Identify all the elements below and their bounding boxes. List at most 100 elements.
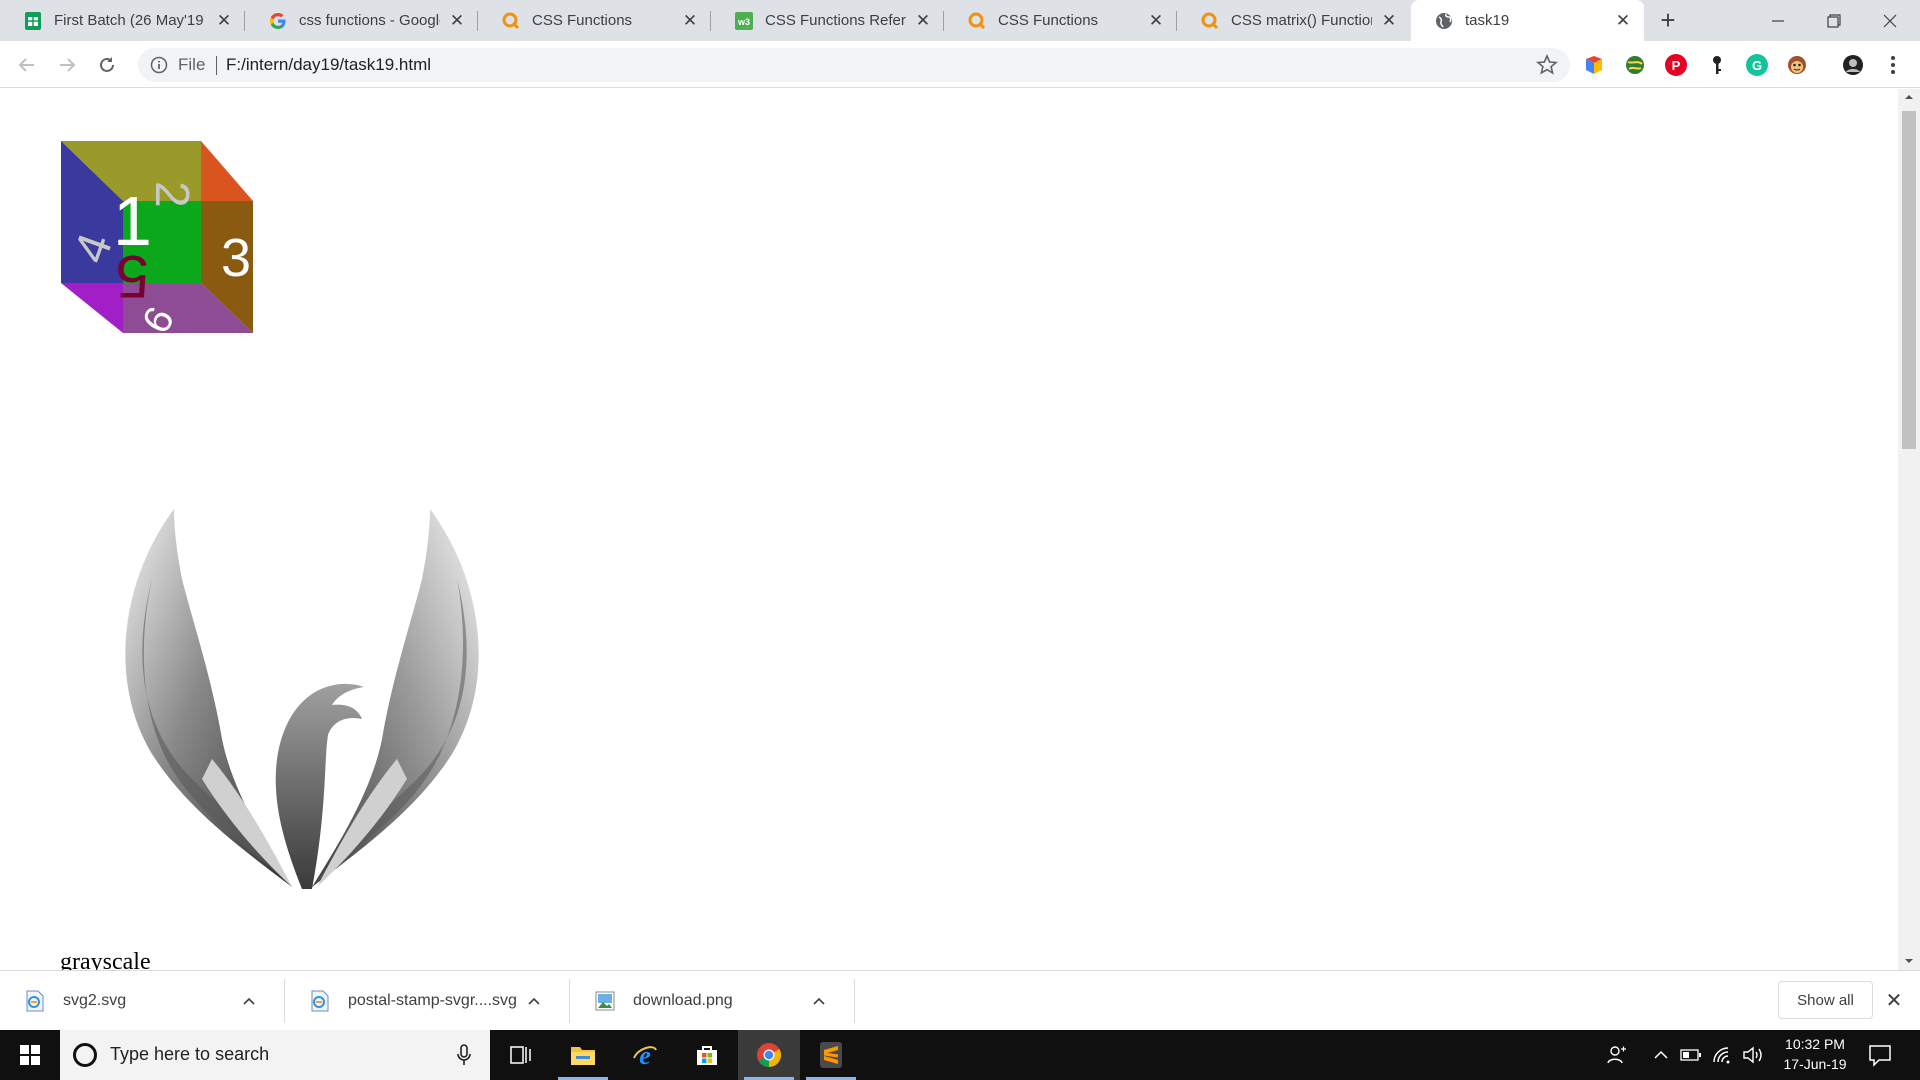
windows-taskbar: Type here to search e 10:32 PM 17-Jun-19 (0, 1030, 1920, 1080)
url-text[interactable]: F:/intern/day19/task19.html (226, 55, 431, 75)
bookmark-star-icon[interactable] (1536, 54, 1558, 76)
tab-close-icon[interactable]: ✕ (914, 11, 932, 30)
google-g-icon (269, 12, 287, 30)
chevron-up-icon (243, 997, 255, 1005)
scrollbar-thumb[interactable] (1902, 111, 1916, 449)
people-icon[interactable] (1606, 1044, 1628, 1066)
pinterest-icon[interactable]: P (1665, 54, 1687, 76)
tab-css-functions-2[interactable]: CSS Functions ✕ (944, 0, 1177, 41)
tab-css-functions-1[interactable]: CSS Functions ✕ (478, 0, 711, 41)
restore-button[interactable] (1806, 0, 1862, 41)
internet-explorer-button[interactable]: e (614, 1030, 676, 1080)
monkey-icon[interactable] (1786, 54, 1808, 76)
microsoft-store-button[interactable] (676, 1030, 738, 1080)
action-center-icon[interactable] (1867, 1042, 1893, 1068)
page-viewport: 2 1 4 3 5 6 grayscale (0, 89, 1898, 970)
downloads-shelf: svg2.svg postal-stamp-svgr....svg downlo… (0, 970, 1920, 1030)
tab-close-icon[interactable]: ✕ (681, 11, 699, 30)
file-explorer-button[interactable] (552, 1030, 614, 1080)
globe-extension-icon[interactable] (1624, 54, 1646, 76)
restore-icon (1827, 13, 1841, 28)
tab-close-icon[interactable]: ✕ (448, 11, 466, 30)
grammarly-icon[interactable]: G (1746, 54, 1768, 76)
image-file-icon (595, 991, 615, 1011)
forward-button[interactable] (51, 49, 83, 81)
download-item-postal-stamp[interactable]: postal-stamp-svgr....svg (285, 971, 570, 1031)
tab-title: task19 (1465, 12, 1510, 29)
clock-time: 10:32 PM (1785, 1036, 1845, 1052)
scheme-label: File (178, 55, 206, 74)
tab-title: css functions - Google S (299, 12, 440, 29)
scroll-down-arrow-icon (1905, 959, 1913, 963)
volume-icon[interactable] (1742, 1044, 1764, 1066)
svg-file-icon (26, 990, 44, 1012)
info-icon (150, 56, 168, 74)
reload-icon (100, 57, 114, 72)
tab-task19[interactable]: task19 ✕ (1411, 0, 1644, 41)
task-view-button[interactable] (490, 1030, 552, 1080)
tab-css-functions-reference[interactable]: w3 CSS Functions Referenc ✕ (711, 0, 944, 41)
tab-close-icon[interactable]: ✕ (215, 11, 233, 30)
tab-title: First Batch (26 May'19 ( (54, 12, 207, 29)
sublime-text-button[interactable] (800, 1030, 862, 1080)
omnibox-separator (216, 56, 217, 75)
wifi-icon[interactable] (1712, 1044, 1734, 1066)
page-scrollbar[interactable] (1898, 89, 1920, 970)
store-bag-icon (697, 1046, 717, 1065)
start-button[interactable] (0, 1030, 60, 1080)
battery-icon[interactable] (1680, 1044, 1702, 1066)
sublime-text-icon (820, 1042, 842, 1068)
tab-close-icon[interactable]: ✕ (1147, 11, 1165, 30)
address-bar[interactable]: File F:/intern/day19/task19.html (138, 48, 1570, 82)
search-q-icon (502, 12, 520, 30)
tab-strip: First Batch (26 May'19 ( ✕ css functions… (0, 0, 1920, 41)
taskbar-search-box[interactable]: Type here to search (60, 1030, 490, 1080)
show-all-button[interactable]: Show all (1778, 981, 1873, 1019)
w3-icon: w3 (735, 11, 753, 30)
svg-file-icon (311, 990, 329, 1012)
tab-title: CSS Functions (532, 12, 633, 29)
chevron-up-icon (813, 997, 825, 1005)
tab-css-functions-google[interactable]: css functions - Google S ✕ (245, 0, 478, 41)
search-q-icon (1201, 12, 1219, 30)
download-filename: postal-stamp-svgr....svg (348, 992, 517, 1009)
tab-close-icon[interactable]: ✕ (1380, 11, 1398, 30)
minimize-button[interactable] (1750, 0, 1806, 41)
profile-avatar-icon[interactable] (1842, 54, 1864, 76)
chevron-up-tray-icon[interactable] (1650, 1044, 1672, 1066)
colorful-s-extension-icon[interactable] (1583, 54, 1605, 76)
cube-face-top-label: 2 (145, 181, 198, 208)
clock-date: 17-Jun-19 (1783, 1056, 1847, 1072)
taskbar-clock[interactable]: 10:32 PM 17-Jun-19 (1770, 1034, 1860, 1074)
windows-logo-icon (20, 1045, 40, 1065)
menu-dots-icon[interactable] (1882, 54, 1904, 76)
google-sheets-icon (24, 11, 42, 30)
tab-title: CSS Functions (998, 12, 1099, 29)
svg-text:e: e (639, 1042, 651, 1068)
search-placeholder: Type here to search (110, 1044, 270, 1064)
back-arrow-icon (18, 58, 34, 72)
tab-close-icon[interactable]: ✕ (1614, 11, 1632, 30)
svg-text:w3: w3 (737, 17, 750, 27)
internet-explorer-icon: e (633, 1042, 657, 1068)
download-item-svg2[interactable]: svg2.svg (0, 971, 285, 1031)
close-shelf-icon[interactable]: ✕ (1884, 991, 1904, 1011)
key-icon[interactable] (1706, 54, 1728, 76)
close-window-button[interactable] (1862, 0, 1918, 41)
close-icon (1883, 14, 1897, 27)
microphone-icon[interactable] (456, 1043, 472, 1067)
reload-button[interactable] (91, 49, 123, 81)
download-item-download-png[interactable]: download.png (570, 971, 855, 1031)
download-filename: svg2.svg (63, 992, 127, 1009)
cortana-circle-icon (73, 1043, 97, 1067)
tab-css-matrix-function[interactable]: CSS matrix() Function ✕ (1177, 0, 1410, 41)
phoenix-grayscale-image (125, 509, 479, 889)
back-button[interactable] (11, 49, 43, 81)
tab-first-batch[interactable]: First Batch (26 May'19 ( ✕ (0, 0, 245, 41)
tab-title: CSS Functions Referenc (765, 12, 906, 29)
folder-icon (571, 1047, 595, 1065)
download-separator (854, 979, 855, 1023)
chrome-button[interactable] (738, 1030, 800, 1080)
scroll-up-arrow-icon (1905, 95, 1913, 99)
new-tab-button[interactable]: + (1653, 6, 1683, 36)
